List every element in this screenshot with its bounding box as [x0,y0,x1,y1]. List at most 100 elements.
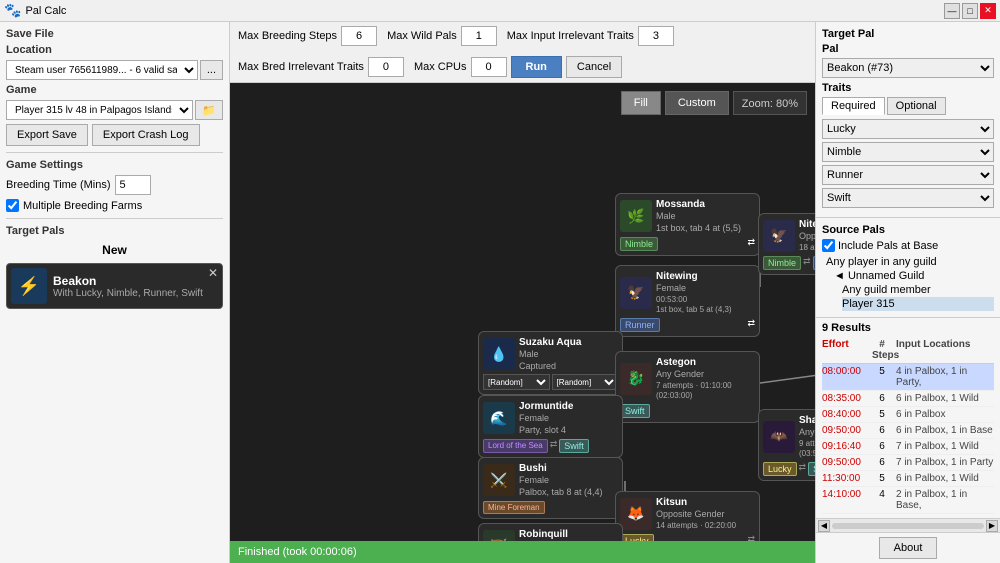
optional-tab[interactable]: Optional [887,97,946,115]
suzaku-combo1[interactable]: [Random] [483,374,550,390]
arrow-icon: ⇄ [747,237,755,251]
close-button[interactable]: ✕ [980,3,996,19]
jormuntide-icon: 🌊 [483,402,515,434]
breeding-time-input[interactable] [115,175,151,195]
input-irrelevant-label: Max Input Irrelevant Traits [507,30,634,42]
traits-tabs: Required Optional [822,97,994,115]
export-buttons: Export Save Export Crash Log [6,124,223,146]
cpus-input[interactable] [471,57,507,77]
pal-node-kitsun[interactable]: 🦊 Kitsun Opposite Gender 14 attempts · 0… [615,491,760,541]
main-layout: Save File Location Steam user 765611989.… [0,22,1000,563]
center-area: Max Breeding Steps Max Wild Pals Max Inp… [230,22,815,563]
trait2-select[interactable]: Nimble [822,142,994,162]
titlebar-left: 🐾 Pal Calc [4,2,66,19]
trait4-select[interactable]: Swift [822,188,994,208]
swift-trait2: Swift [559,439,589,453]
input-irrelevant-input[interactable] [638,26,674,46]
any-guild-member-item[interactable]: Any guild member [842,283,994,297]
breeding-canvas[interactable]: Fill Custom Zoom: 80% [230,83,815,541]
player-315-item[interactable]: Player 315 [842,297,994,311]
results-list: 08:00:00 5 4 in Palbox, 1 in Party, 08:3… [822,364,994,514]
shadowbeak-details: Shadowbeak Any Gender 9 attempts · 01:30… [799,414,815,459]
multiple-farms-checkbox[interactable] [6,199,19,212]
nitewing2-icon: 🦅 [763,220,795,252]
guild-tree: Any player in any guild ◄ Unnamed Guild … [822,255,994,311]
export-save-button[interactable]: Export Save [6,124,88,146]
status-text: Finished (took 00:00:06) [238,546,357,558]
scroll-right-button[interactable]: ▶ [986,520,998,532]
pal-card-close-button[interactable]: ✕ [208,266,218,280]
scrollbar-row: ◀ ▶ [816,518,1000,532]
any-player-item[interactable]: Any player in any guild [826,255,994,269]
pal-node-suzaku[interactable]: 💧 Suzaku Aqua Male Captured [Random] [Ra… [478,331,623,395]
pal-card-info: Beakon With Lucky, Nimble, Runner, Swift [53,274,218,299]
scroll-left-button[interactable]: ◀ [818,520,830,532]
results-count: 9 Results [822,322,994,334]
pal-node-nitewing2[interactable]: 🦅 Nitewing Opposite Gender 18 attempts ·… [758,213,815,275]
required-tab[interactable]: Required [822,97,885,115]
cpus-label: Max CPUs [414,61,467,73]
wild-pals-group: Max Wild Pals [387,26,497,46]
astegon-details: Astegon Any Gender 7 attempts · 01:10:00… [656,356,755,401]
effort-header: Effort [822,339,868,361]
location-browse-button[interactable]: ... [200,60,223,80]
pal-node-astegon[interactable]: 🐉 Astegon Any Gender 7 attempts · 01:10:… [615,351,760,423]
nitewing2-details: Nitewing Opposite Gender 18 attempts · 0… [799,218,815,253]
zoom-controls: Fill Custom Zoom: 80% [621,91,807,115]
pal-card: ⚡ Beakon With Lucky, Nimble, Runner, Swi… [6,263,223,309]
location-select[interactable]: Steam user 765611989... - 6 valid saves [6,60,198,80]
traits-label: Traits [822,82,994,94]
suzaku-combo2[interactable]: [Random] [552,374,619,390]
result-row-4[interactable]: 09:50:00 6 6 in Palbox, 1 in Base [822,423,994,439]
result-row-6[interactable]: 09:50:00 6 7 in Palbox, 1 in Party [822,455,994,471]
nimble-trait: Nimble [620,237,658,251]
result-row-8[interactable]: 14:10:00 4 2 in Palbox, 1 in Base, [822,487,994,514]
maximize-button[interactable]: □ [962,3,978,19]
pal-node-bushi[interactable]: ⚔️ Bushi Female Palbox, tab 8 at (4,4) M… [478,457,623,519]
cancel-button[interactable]: Cancel [566,56,622,78]
breeding-steps-input[interactable] [341,26,377,46]
pal-select[interactable]: Beakon (#73) [822,58,994,78]
titlebar: 🐾 Pal Calc — □ ✕ [0,0,1000,22]
game-browse-button[interactable]: 📁 [195,100,223,120]
trait3-select[interactable]: Runner [822,165,994,185]
fill-zoom-button[interactable]: Fill [621,91,661,115]
pal-node-mossanda[interactable]: 🌿 Mossanda Male 1st box, tab 4 at (5,5) … [615,193,760,256]
result-row-3[interactable]: 08:40:00 5 6 in Palbox [822,407,994,423]
left-panel: Save File Location Steam user 765611989.… [0,22,230,563]
scroll-track[interactable] [832,523,984,529]
custom-zoom-button[interactable]: Custom [665,91,729,115]
target-pal-header: Target Pal [822,28,994,40]
wild-pals-input[interactable] [461,26,497,46]
pal-node-nitewing1[interactable]: 🦅 Nitewing Female 00:53:001st box, tab 5… [615,265,760,337]
export-crash-log-button[interactable]: Export Crash Log [92,124,200,146]
save-file-label: Save File [6,28,223,40]
pal-node-robinquill[interactable]: 🏹 Robinquill Male Palbox, tab 6 at (4,3)… [478,523,623,541]
new-label: New [6,243,223,257]
cpus-group: Max CPUs Run Cancel [414,56,622,78]
bred-irrelevant-input[interactable] [368,57,404,77]
lucky-trait2: Lucky [620,534,654,541]
lucky-trait: Lucky [763,462,797,476]
game-select[interactable]: Player 315 lv 48 in Palpagos Islands day… [6,100,193,120]
result-row-7[interactable]: 11:30:00 5 6 in Palbox, 1 Wild [822,471,994,487]
result-row-5[interactable]: 09:16:40 6 7 in Palbox, 1 Wild [822,439,994,455]
trait1-select[interactable]: Lucky [822,119,994,139]
status-bar: Finished (took 00:00:06) [230,541,815,563]
pal-node-jormuntide[interactable]: 🌊 Jormuntide Female Party, slot 4 Lord o… [478,395,623,458]
result-row-1[interactable]: 08:00:00 5 4 in Palbox, 1 in Party, [822,364,994,391]
bred-irrelevant-label: Max Bred Irrelevant Traits [238,61,364,73]
unnamed-guild-label: ◄ Unnamed Guild [834,270,924,282]
include-base-checkbox[interactable] [822,239,835,252]
input-irrelevant-group: Max Input Irrelevant Traits [507,26,674,46]
result-row-2[interactable]: 08:35:00 6 6 in Palbox, 1 Wild [822,391,994,407]
pal-node-shadowbeak[interactable]: 🦇 Shadowbeak Any Gender 9 attempts · 01:… [758,409,815,481]
include-base-row: Include Pals at Base [822,239,994,252]
run-button[interactable]: Run [511,56,562,78]
minimize-button[interactable]: — [944,3,960,19]
pal-label: Pal [822,43,994,55]
toolbar: Max Breeding Steps Max Wild Pals Max Inp… [230,22,815,83]
player-315-label: Player 315 [842,298,895,310]
unnamed-guild-item[interactable]: ◄ Unnamed Guild [834,269,994,283]
about-button[interactable]: About [879,537,938,559]
